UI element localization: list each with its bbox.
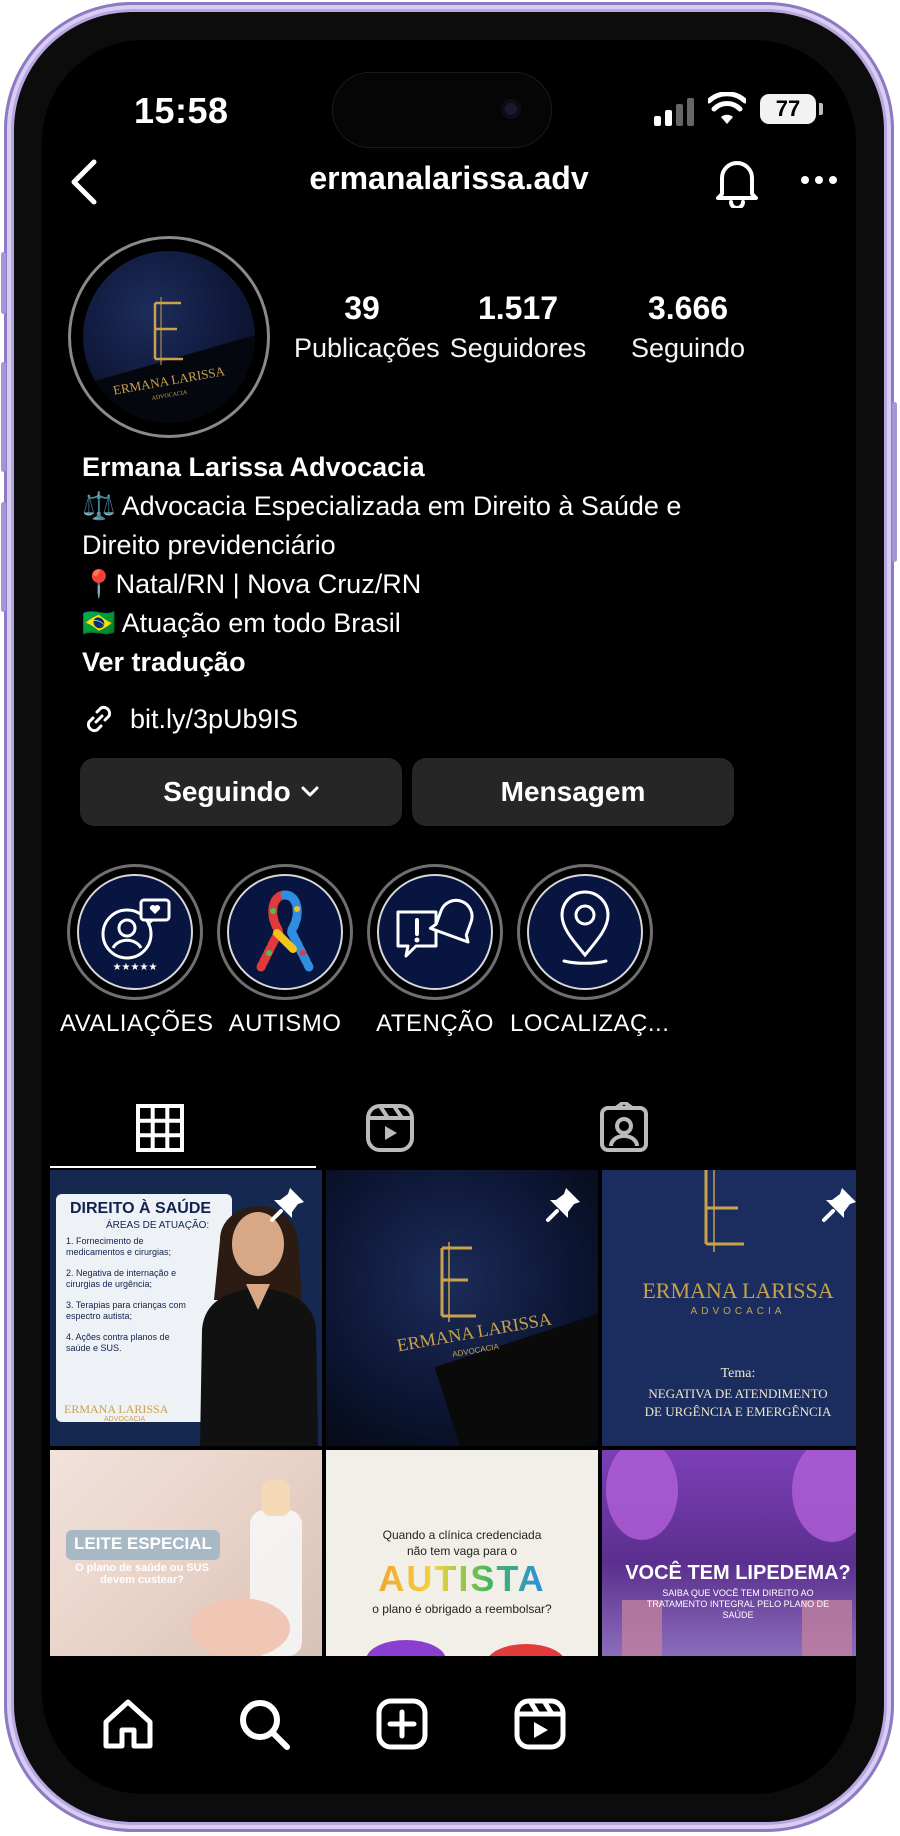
post-5-big: AUTISTA: [326, 1558, 598, 1600]
following-button-label: Seguindo: [163, 776, 291, 807]
followers-count: 1.517: [477, 290, 559, 326]
profile-display-name: Ermana Larissa Advocacia: [82, 452, 425, 482]
see-translation-link[interactable]: Ver tradução: [82, 643, 842, 682]
power-button: [892, 402, 897, 562]
post-4-title: LEITE ESPECIAL: [66, 1530, 220, 1560]
post-thumbnail-4[interactable]: LEITE ESPECIAL O plano de saúde ou SUS d…: [50, 1450, 322, 1656]
notification-bell-icon[interactable]: [714, 156, 760, 208]
following-button[interactable]: Seguindo: [80, 758, 402, 826]
highlight-ring: [367, 864, 503, 1000]
reels-tab-icon[interactable]: [364, 1102, 416, 1154]
post-thumbnail-2[interactable]: ERMANA LARISSA ADVOCACIA: [326, 1170, 598, 1446]
bio-line-3: 📍Natal/RN | Nova Cruz/RN: [82, 569, 422, 599]
highlight-label: LOCALIZAÇ...: [510, 1010, 670, 1037]
phone-frame: 15:58 77 ermanalarissa.adv ERMANA LARISS…: [1, 2, 897, 1832]
volume-down-button: [1, 502, 6, 612]
status-time: 15:58: [134, 90, 229, 131]
link-icon: [86, 705, 112, 733]
bio-link-text: bit.ly/3pUb9IS: [130, 703, 299, 734]
highlight-avaliacoes[interactable]: ★★★★★ AVALIAÇÕES: [60, 864, 214, 1038]
battery-tip: [819, 103, 823, 115]
post-6-subtitle: SAIBA QUE VOCÊ TEM DIREITO AO TRATAMENTO…: [646, 1588, 830, 1620]
post-thumbnail-1[interactable]: DIREITO À SAÚDE ÁREAS DE ATUAÇÃO: 1. For…: [50, 1170, 322, 1446]
cellular-signal-icon: [654, 98, 694, 126]
post-1-item: 4. Ações contra planos de saúde e SUS.: [66, 1332, 170, 1353]
post-5-line-1: Quando a clínica credenciada: [382, 1528, 542, 1542]
post-thumbnail-5[interactable]: Quando a clínica credenciada não tem vag…: [326, 1450, 598, 1656]
svg-text:★★★★★: ★★★★★: [113, 962, 158, 973]
post-6-title: VOCÊ TEM LIPEDEMA?: [625, 1562, 851, 1584]
post-3-line-2: DE URGÊNCIA E EMERGÊNCIA: [644, 1404, 832, 1419]
search-icon[interactable]: [236, 1696, 292, 1752]
following-label: Seguindo: [630, 333, 746, 363]
post-5-line-3: o plano é obrigado a reembolsar?: [372, 1602, 552, 1616]
post-1-item: 2. Negativa de internação e cirurgias de…: [66, 1268, 177, 1289]
home-icon[interactable]: [100, 1696, 156, 1752]
message-button-label: Mensagem: [500, 776, 646, 807]
active-tab-indicator: [50, 1166, 316, 1168]
post-thumbnail-3[interactable]: ERMANA LARISSA ADVOCACIA Tema: NEGATIVA …: [602, 1170, 856, 1446]
battery-indicator: 77: [760, 94, 816, 124]
pinned-icon: [822, 1188, 856, 1222]
dynamic-island: [332, 72, 552, 148]
highlight-atencao[interactable]: ATENÇÃO: [360, 864, 510, 1038]
pinned-icon: [546, 1188, 580, 1222]
volume-up-button: [1, 362, 6, 472]
grid-icon[interactable]: [134, 1102, 186, 1154]
screen: 15:58 77 ermanalarissa.adv ERMANA LARISS…: [42, 40, 856, 1794]
camera-icon: [501, 99, 521, 119]
action-button: [1, 252, 6, 314]
followers-label: Seguidores: [449, 333, 587, 363]
posts-label: Publicações: [294, 333, 440, 363]
post-3-tema: Tema:: [720, 1366, 756, 1381]
autism-ribbon-icon: [256, 890, 314, 972]
bio-line-2: Direito previdenciário: [82, 530, 336, 560]
create-post-icon[interactable]: [374, 1696, 430, 1752]
highlight-ring: [517, 864, 653, 1000]
post-4-subtitle: O plano de saúde ou SUS devem custear?: [75, 1562, 209, 1586]
location-pin-icon: [560, 890, 610, 965]
profile-avatar[interactable]: ERMANA LARISSA ADVOCACIA: [68, 236, 270, 438]
post-1-item: 1. Fornecimento de medicamentos e cirurg…: [66, 1236, 172, 1257]
post-1-item: 3. Terapias para crianças com espectro a…: [66, 1300, 186, 1321]
post-3-line-1: NEGATIVA DE ATENDIMENTO: [648, 1386, 828, 1401]
stat-followers[interactable]: 1.517 Seguidores: [438, 290, 598, 364]
bio-link[interactable]: bit.ly/3pUb9IS: [82, 702, 298, 736]
post-3-brand-sub: ADVOCACIA: [690, 1306, 786, 1317]
highlight-autismo[interactable]: AUTISMO: [210, 864, 360, 1038]
bio-line-1: ⚖️ Advocacia Especializada em Direito à …: [82, 491, 682, 521]
stat-posts[interactable]: 39 Publicações: [294, 290, 440, 364]
alert-bell-icon: [396, 898, 474, 958]
review-user-icon: ★★★★★: [101, 898, 171, 973]
reels-icon[interactable]: [512, 1696, 568, 1752]
profile-bio: Ermana Larissa Advocacia ⚖️ Advocacia Es…: [82, 448, 842, 682]
chevron-down-icon: [301, 786, 319, 797]
tagged-tab-icon[interactable]: [598, 1102, 650, 1154]
post-1-brand-sub: ADVOCACIA: [104, 1416, 146, 1423]
highlight-ring: ★★★★★: [67, 864, 203, 1000]
highlight-label: ATENÇÃO: [376, 1010, 494, 1037]
avatar-image: ERMANA LARISSA ADVOCACIA: [83, 251, 255, 423]
message-button[interactable]: Mensagem: [412, 758, 734, 826]
posts-count: 39: [344, 290, 380, 326]
post-1-brand: ERMANA LARISSA: [64, 1402, 169, 1416]
highlight-ring: [217, 864, 353, 1000]
following-count: 3.666: [647, 290, 729, 326]
post-3-brand: ERMANA LARISSA: [642, 1278, 834, 1303]
highlight-localizacao[interactable]: LOCALIZAÇ...: [510, 864, 670, 1038]
post-thumbnail-6[interactable]: VOCÊ TEM LIPEDEMA? SAIBA QUE VOCÊ TEM DI…: [602, 1450, 856, 1656]
post-5-line-2: não tem vaga para o: [406, 1544, 518, 1558]
bio-line-4: 🇧🇷 Atuação em todo Brasil: [82, 608, 401, 638]
highlight-label: AVALIAÇÕES: [60, 1010, 214, 1037]
wifi-icon: [708, 92, 746, 124]
pinned-icon: [270, 1188, 304, 1222]
stat-following[interactable]: 3.666 Seguindo: [608, 290, 768, 364]
more-options-icon[interactable]: [800, 170, 838, 190]
highlight-label: AUTISMO: [228, 1010, 342, 1037]
bottom-navigation: [42, 1662, 856, 1794]
